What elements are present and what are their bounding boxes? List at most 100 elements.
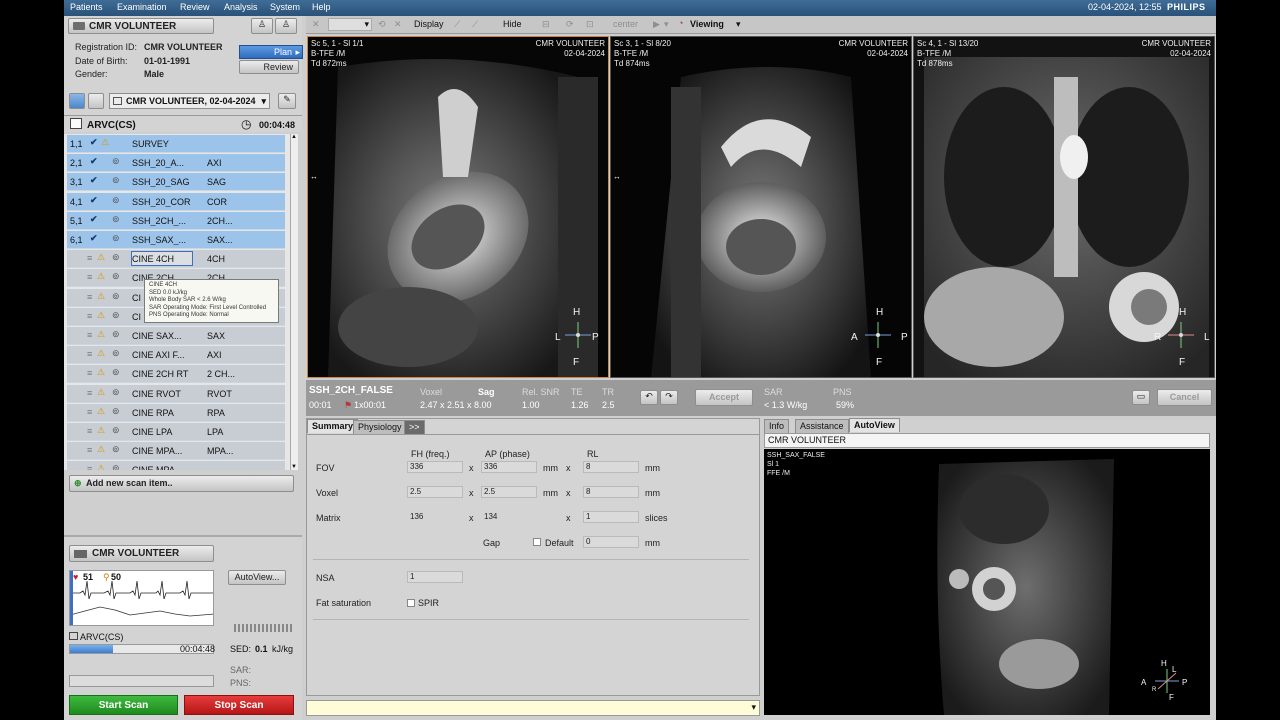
voxel-rl-field[interactable]: 8 — [583, 486, 639, 498]
tab-info[interactable]: Info — [764, 419, 790, 433]
scan-row[interactable]: 1,1 ✔ ⚠ SURVEY — [67, 135, 285, 153]
scan-row[interactable]: ≡ ⚠ ⊚ CINE AXI F... AXI — [67, 346, 285, 365]
menu-review[interactable]: Review — [180, 2, 210, 12]
patient-table-icon — [73, 22, 85, 30]
menu-analysis[interactable]: Analysis — [224, 2, 258, 12]
scan-name: CINE SAX... — [132, 331, 182, 341]
rotate-icon[interactable]: ⟲ — [378, 19, 386, 30]
center-label[interactable]: center — [613, 19, 638, 29]
window-preset-select[interactable]: ▾ — [328, 18, 372, 31]
rel-snr-label: Rel. SNR — [522, 387, 560, 397]
scan-name: SSH_2CH_... — [132, 215, 187, 226]
voxel-ap-field[interactable]: 2.5 — [481, 486, 537, 498]
scan-row[interactable]: ≡ ⚠ ⊚ CINE MPA... MPA... — [67, 442, 285, 461]
hide-label[interactable]: Hide — [503, 19, 522, 29]
default-checkbox[interactable] — [533, 538, 541, 546]
info-button[interactable]: ▭ — [1132, 390, 1150, 405]
review-button[interactable]: Review — [239, 60, 299, 74]
sync-icon[interactable]: ⊡ — [586, 19, 594, 30]
scan-row[interactable]: ≡ ⚠ ⊚ CINE LPA LPA — [67, 423, 285, 441]
sed-value: 0.1 — [255, 644, 268, 654]
scan-name: CINE AXI F... — [132, 350, 185, 361]
viewport-coronal[interactable]: Sc 4, 1 - Sl 13/20 B-TFE /M Td 878ms CMR… — [913, 36, 1215, 378]
grid-view-icon[interactable] — [88, 93, 104, 109]
accept-button[interactable]: Accept — [695, 389, 753, 406]
start-scan-button[interactable]: Start Scan — [69, 695, 178, 715]
measure-icon[interactable]: ⊟ — [542, 19, 550, 30]
nsa-field[interactable]: 1 — [407, 571, 463, 583]
redo-icon: ↷ — [665, 391, 673, 401]
viewing-label[interactable]: Viewing — [690, 19, 724, 29]
contrast-icon[interactable]: ⟋ — [472, 19, 478, 30]
scan-number: 6,1 — [70, 235, 83, 245]
tab-summary[interactable]: Summary — [307, 419, 359, 433]
patient-close-button[interactable]: ♙ — [275, 18, 297, 34]
scan-row[interactable]: 5,1 ✔ ⊚ SSH_2CH_... 2CH... — [67, 211, 285, 230]
chevron-down-icon[interactable]: ▾ — [664, 19, 669, 30]
scan-row[interactable]: 4,1 ✔ ⊚ SSH_20_COR COR — [67, 192, 285, 211]
autoview-image[interactable]: SSH_SAX_FALSE Sl 1 FFE /M H L A P R F — [764, 449, 1210, 715]
scan-row[interactable]: ≡ ⚠ ⊚ CINE SAX... SAX — [67, 327, 285, 345]
autoview-button[interactable]: AutoView... — [228, 570, 286, 585]
voxel-fh-field[interactable]: 2.5 — [407, 486, 463, 498]
tab-assistance[interactable]: Assistance — [795, 419, 849, 433]
scan-row[interactable]: ≡ ⚠ ⊚ CINE 4CH 4CH — [67, 250, 285, 269]
redo-button[interactable]: ↷ — [660, 390, 678, 405]
screen-icon: ▭ — [1136, 391, 1146, 401]
viewport1-delay: Td 872ms — [311, 59, 347, 68]
scan-list-scrollbar[interactable]: ▲ ▼ — [290, 134, 298, 470]
undo-button[interactable]: ↶ — [640, 390, 658, 405]
fov-label: FOV — [316, 463, 335, 473]
tooltip-line: CINE 4CH — [149, 282, 178, 288]
play-icon[interactable]: ▶ — [653, 19, 660, 30]
menu-patients[interactable]: Patients — [70, 2, 103, 12]
fov-rl-field[interactable]: 8 — [583, 461, 639, 473]
flip-icon[interactable]: ✕ — [394, 19, 402, 30]
command-input[interactable]: ▾ — [306, 700, 760, 716]
coil-icon: ⊚ — [112, 463, 120, 470]
scan-row[interactable]: 6,1 ✔ ⊚ SSH_SAX_... SAX... — [67, 231, 285, 249]
tab-physiology[interactable]: Physiology — [353, 420, 407, 434]
list-view-icon[interactable] — [69, 93, 85, 109]
edit-exam-button[interactable]: ✎ — [278, 93, 296, 109]
stop-scan-button[interactable]: Stop Scan — [184, 695, 294, 715]
menu-examination[interactable]: Examination — [117, 2, 167, 12]
unit-mm: mm — [645, 488, 660, 498]
scan-row[interactable]: 3,1 ✔ ⊚ SSH_20_SAG SAG — [67, 173, 285, 192]
tab-autoview[interactable]: AutoView — [849, 418, 900, 432]
scan-row[interactable]: ≡ ⚠ ⊚ CINE RVOT RVOT — [67, 384, 285, 403]
cancel-button[interactable]: Cancel — [1157, 389, 1212, 406]
scan-row[interactable]: ≡ ⚠ ⊚ CINE MPA — [67, 461, 285, 470]
chevron-down-icon[interactable]: ▾ — [736, 19, 741, 30]
gap-field[interactable]: 0 — [583, 536, 639, 548]
coil-icon: ⊚ — [112, 329, 120, 339]
pan-icon[interactable]: ⟋ — [454, 19, 460, 30]
scan-row[interactable]: 2,1 ✔ ⊚ SSH_20_A... AXI — [67, 154, 285, 173]
rel-snr-value: 1.00 — [522, 400, 540, 410]
menu-help[interactable]: Help — [312, 2, 331, 12]
viewport-sagittal-2ch[interactable]: Sc 5, 1 - Sl 1/1 B-TFE /M Td 872ms CMR V… — [307, 36, 609, 378]
coil-icon: ⊚ — [112, 367, 120, 378]
tab-more[interactable]: >> — [404, 420, 425, 434]
scan-row[interactable]: ≡ ⚠ ⊚ CINE 2CH RT 2 CH... — [67, 365, 285, 384]
patient-info-button[interactable]: ♙ — [251, 18, 273, 34]
scan-row[interactable]: ≡ ⚠ ⊚ CINE RPA RPA — [67, 403, 285, 422]
examcard-icon — [70, 118, 82, 129]
menu-system[interactable]: System — [270, 2, 300, 12]
coil-icon: ⊚ — [112, 386, 120, 397]
viewport-sagittal[interactable]: Sc 3, 1 - Sl 8/20 B-TFE /M Td 874ms CMR … — [610, 36, 912, 378]
exam-icon — [113, 97, 122, 105]
spir-checkbox[interactable] — [407, 599, 415, 607]
link-icon[interactable]: ⟳ — [566, 19, 574, 30]
plan-button[interactable]: Plan ▸ — [239, 45, 303, 59]
fov-fh-field[interactable]: 336 — [407, 461, 463, 473]
zoom-icon[interactable]: ✕ — [312, 19, 320, 30]
person-icon: ♙ — [257, 19, 267, 29]
add-new-scan-button[interactable]: ⊕ Add new scan item.. — [69, 475, 294, 492]
exam-select[interactable]: CMR VOLUNTEER, 02-04-2024 ▾ — [109, 93, 270, 109]
display-label[interactable]: Display — [414, 19, 444, 29]
volume-slider[interactable] — [234, 624, 294, 632]
slices-field[interactable]: 1 — [583, 511, 639, 523]
fov-ap-field[interactable]: 336 — [481, 461, 537, 473]
matrix-label: Matrix — [316, 513, 341, 523]
